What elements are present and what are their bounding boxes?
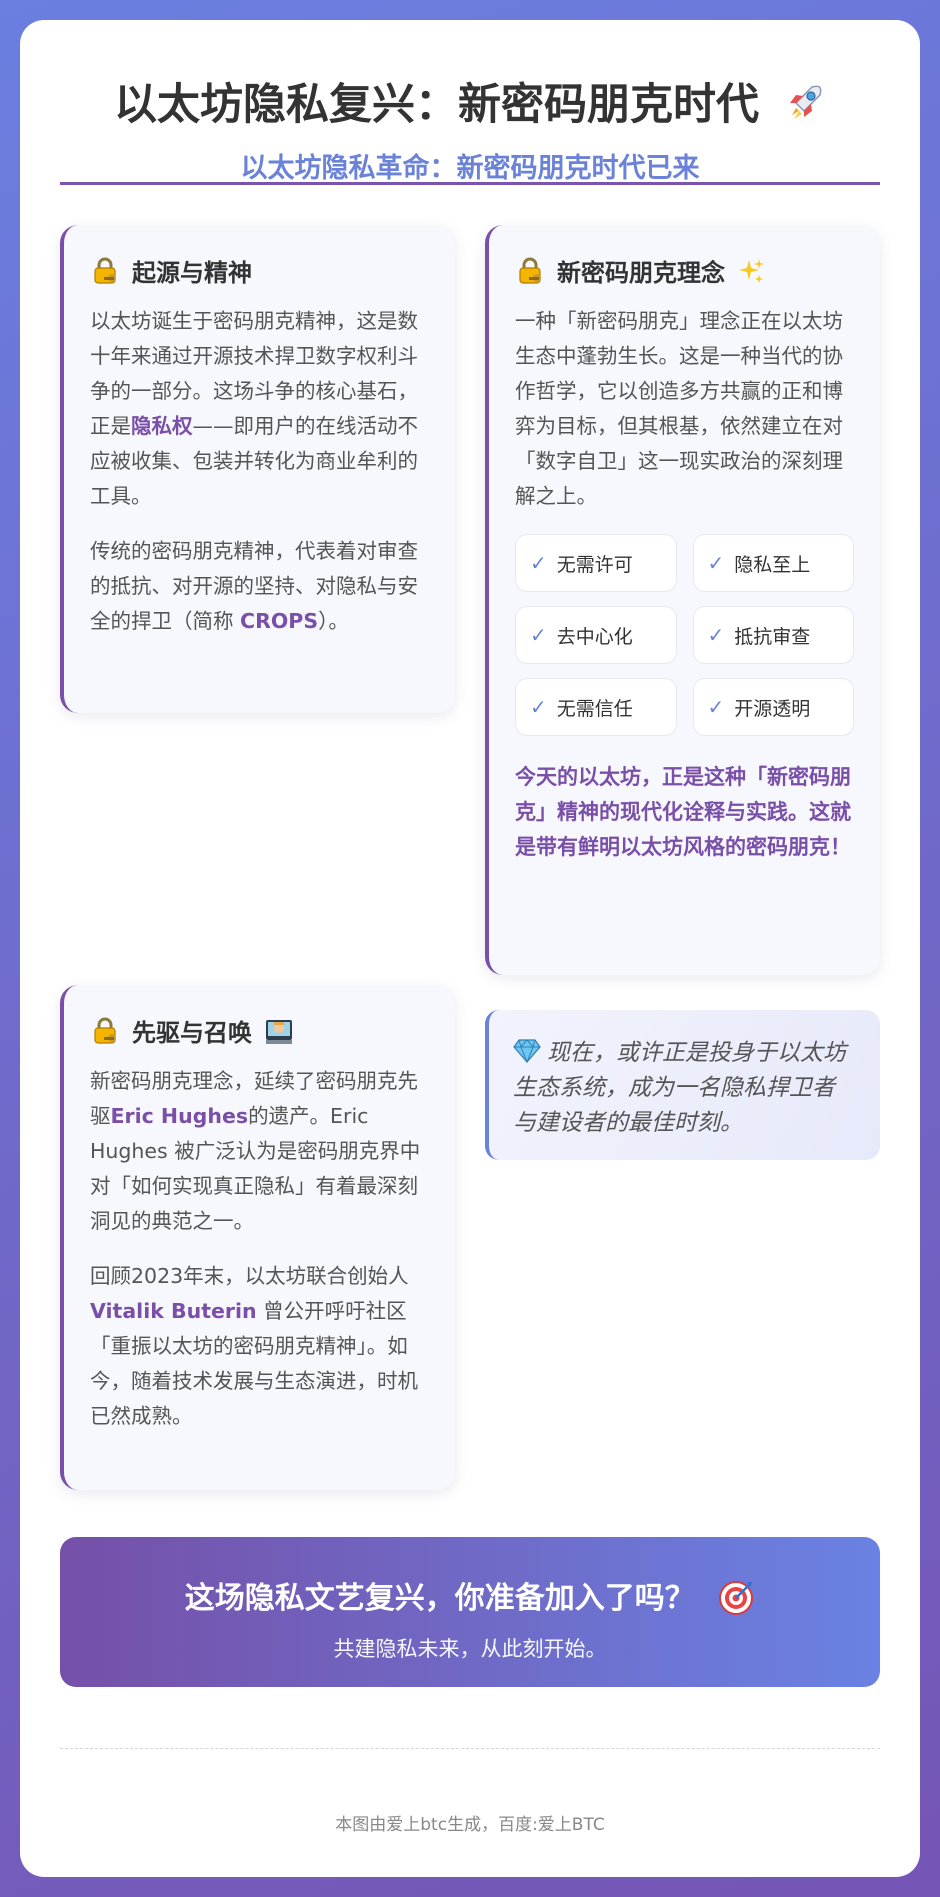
concept-card: 新密码朋克理念 一种「新密码朋克」理念正在以太坊生态中蓬勃生长。这是一种当代的协…	[485, 225, 880, 975]
eric-hughes-highlight: Eric Hughes	[110, 1104, 249, 1128]
check-icon: ✓	[707, 623, 725, 647]
origin-p2-tail: ）。	[318, 609, 349, 633]
page-subtitle: 以太坊隐私革命：新密码朋克时代已来	[240, 152, 700, 184]
gem-icon	[513, 1039, 541, 1064]
origin-paragraph-2: 传统的密码朋克精神，代表着对审查的抵抗、对开源的坚持、对隐私与安全的捍卫（简称 …	[90, 534, 429, 639]
footer-credit: 本图由爱上btc生成，百度:爱上BTC	[335, 1815, 605, 1835]
pioneers-p2-text: 回顾2023年末，以太坊联合创始人	[90, 1264, 409, 1288]
principles-grid: ✓ 无需许可 ✓ 隐私至上 ✓ 去中心化 ✓ 抵抗审查 ✓ 无需信任 ✓ 开源透明	[515, 534, 854, 736]
principle-label: 开源透明	[734, 697, 811, 720]
lock-key-icon	[519, 257, 541, 284]
privacy-right-highlight: 隐私权	[131, 414, 193, 438]
check-icon: ✓	[530, 551, 547, 575]
pioneers-paragraph-2: 回顾2023年末，以太坊联合创始人 Vitalik Buterin 曾公开呼吁社…	[90, 1259, 429, 1434]
target-icon	[719, 1581, 754, 1615]
cta-title: 这场隐私文艺复兴，你准备加入了吗？	[60, 1573, 880, 1617]
check-icon: ✓	[530, 695, 547, 719]
header-divider	[60, 182, 880, 185]
vitalik-highlight: Vitalik Buterin	[90, 1299, 257, 1323]
principle-item: ✓ 无需信任	[515, 678, 677, 736]
cta-subtitle: 共建隐私未来，从此刻开始。	[333, 1637, 607, 1661]
pioneers-heading-text: 先驱与召唤	[132, 1019, 252, 1047]
lock-key-icon	[94, 257, 116, 284]
principle-label: 去中心化	[556, 625, 633, 648]
principle-item: ✓ 隐私至上	[692, 534, 854, 592]
origin-heading: 起源与精神	[90, 253, 429, 288]
quote-text: 现在，或许正是投身于以太坊生态系统，成为一名隐私捍卫者与建设者的最佳时刻。	[513, 1040, 846, 1136]
quote-callout: 现在，或许正是投身于以太坊生态系统，成为一名隐私捍卫者与建设者的最佳时刻。	[485, 1010, 880, 1160]
check-icon: ✓	[707, 551, 725, 575]
principle-label: 抵抗审查	[734, 625, 811, 648]
concept-heading: 新密码朋克理念	[515, 253, 854, 288]
principle-item: ✓ 开源透明	[692, 678, 854, 736]
principle-label: 隐私至上	[734, 553, 811, 576]
concept-paragraph: 一种「新密码朋克」理念正在以太坊生态中蓬勃生长。这是一种当代的协作哲学，它以创造…	[515, 309, 843, 508]
main-card: 以太坊隐私复兴：新密码朋克时代 以太坊隐私革命：新密码朋克时代已来 起源与精神	[20, 20, 920, 1877]
principle-label: 无需许可	[556, 553, 633, 576]
origin-paragraph-1: 以太坊诞生于密码朋克精神，这是数十年来通过开源技术捍卫数字权利斗争的一部分。这场…	[90, 304, 429, 514]
cta-title-text: 这场隐私文艺复兴，你准备加入了吗？	[184, 1581, 695, 1616]
origin-card: 起源与精神 以太坊诞生于密码朋克精神，这是数十年来通过开源技术捍卫数字权利斗争的…	[60, 225, 455, 713]
page-title: 以太坊隐私复兴：新密码朋克时代	[60, 78, 880, 134]
cta-banner: 这场隐私文艺复兴，你准备加入了吗？ 共建隐私未来，从此刻开始。	[60, 1537, 880, 1687]
concept-heading-text: 新密码朋克理念	[557, 259, 725, 287]
principle-item: ✓ 无需许可	[515, 534, 677, 592]
pioneers-card: 先驱与召唤 新密码朋克理念，延续了密码朋克先驱Eric Hughes的遗产。Er…	[60, 985, 455, 1490]
hacker-icon	[266, 1019, 292, 1044]
pioneers-heading: 先驱与召唤	[90, 1013, 429, 1048]
origin-heading-text: 起源与精神	[132, 259, 252, 287]
page-title-text: 以太坊隐私复兴：新密码朋克时代	[114, 80, 759, 130]
lock-key-icon	[94, 1017, 116, 1044]
check-icon: ✓	[707, 695, 725, 719]
header: 以太坊隐私复兴：新密码朋克时代 以太坊隐私革命：新密码朋克时代已来	[60, 60, 880, 185]
principle-item: ✓ 去中心化	[515, 606, 677, 664]
principle-label: 无需信任	[556, 697, 633, 720]
sparkles-icon	[739, 258, 764, 283]
concept-emphasis: 今天的以太坊，正是这种「新密码朋克」精神的现代化诠释与实践。这就是带有鲜明以太坊…	[515, 765, 851, 859]
rocket-icon	[789, 85, 822, 119]
principle-item: ✓ 抵抗审查	[692, 606, 854, 664]
pioneers-paragraph-1: 新密码朋克理念，延续了密码朋克先驱Eric Hughes的遗产。Eric Hug…	[90, 1064, 429, 1239]
footer-divider	[60, 1748, 880, 1749]
crops-highlight: CROPS	[240, 609, 319, 633]
check-icon: ✓	[530, 623, 547, 647]
